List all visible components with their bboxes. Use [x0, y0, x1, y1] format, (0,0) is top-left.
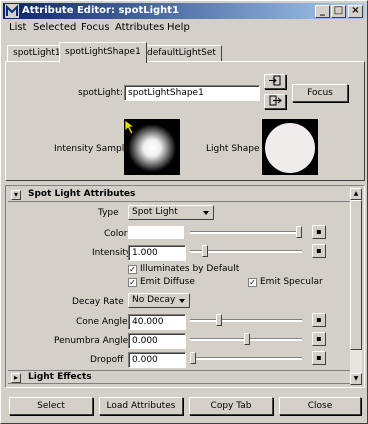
cone-angle-field[interactable]: 40.000 [128, 314, 186, 330]
menu-help[interactable]: Help [167, 22, 190, 33]
mouse-cursor-icon [124, 119, 136, 135]
output-connections-button[interactable] [264, 94, 286, 109]
scroll-down-icon[interactable]: ▼ [350, 373, 362, 385]
illuminates-label: Illuminates by Default [140, 264, 240, 274]
cone-angle-map-button[interactable]: ▪ [312, 313, 326, 327]
scroll-thumb[interactable] [350, 200, 362, 350]
color-slider-track[interactable] [190, 231, 302, 234]
decay-rate-dropdown[interactable]: No Decay [128, 293, 190, 308]
cone-angle-label: Cone Angle [76, 317, 128, 327]
emit-specular-label: Emit Specular [260, 277, 323, 287]
menu-attributes[interactable]: Attributes [115, 22, 164, 33]
node-name-field[interactable]: spotLightShape1 [124, 85, 260, 101]
penumbra-angle-slider-thumb[interactable] [244, 333, 250, 345]
arrow-in-icon [269, 75, 281, 86]
attribute-editor-window: Attribute Editor: spotLight1 _ □ × List … [0, 0, 368, 424]
dropoff-slider-track[interactable] [190, 357, 302, 360]
minimize-button[interactable]: _ [315, 5, 330, 18]
window-title: Attribute Editor: spotLight1 [22, 5, 180, 16]
collapse-arrow-icon[interactable]: ▾ [11, 190, 21, 200]
emit-specular-checkbox[interactable]: ✓ [248, 278, 257, 287]
dropoff-field[interactable]: 0.000 [128, 352, 186, 368]
light-effects-section-header[interactable]: ▸ Light Effects [8, 370, 350, 384]
type-label: Type [98, 208, 119, 218]
maya-app-icon [5, 4, 19, 18]
illuminates-checkbox[interactable]: ✓ [128, 265, 137, 274]
dropoff-label: Dropoff [90, 355, 124, 365]
spot-light-section-title: Spot Light Attributes [28, 189, 136, 199]
load-attributes-button[interactable]: Load Attributes [99, 397, 183, 415]
tab-spotlightshape1[interactable]: spotLightShape1 [59, 42, 147, 63]
attributes-scroll-area[interactable]: ▾ Spot Light Attributes Type Spot Light … [5, 185, 365, 388]
node-header-panel: spotLight: spotLightShape1 Focus Intensi… [5, 61, 365, 181]
intensity-map-button[interactable]: ▪ [312, 244, 326, 258]
node-tabs: spotLight1 spotLightShape1 defaultLightS… [5, 42, 365, 63]
color-swatch[interactable] [128, 226, 184, 239]
cone-angle-slider-track[interactable] [190, 319, 302, 322]
scroll-up-icon[interactable]: ▲ [350, 188, 362, 200]
menu-focus[interactable]: Focus [81, 22, 110, 33]
color-slider-thumb[interactable] [296, 226, 302, 238]
color-label: Color [104, 229, 128, 239]
close-button[interactable]: Close [279, 397, 361, 415]
chevron-down-icon [203, 211, 209, 215]
menu-selected[interactable]: Selected [33, 22, 76, 33]
intensity-label: Intensity [92, 248, 132, 258]
node-name-label: spotLight: [78, 88, 123, 98]
intensity-slider-thumb[interactable] [202, 245, 208, 257]
tab-defaultlightset[interactable]: defaultLightSet [141, 45, 222, 62]
type-value: Spot Light [132, 207, 178, 217]
light-effects-section-title: Light Effects [28, 372, 92, 382]
menu-bar: List Selected Focus Attributes Help [3, 20, 365, 36]
vertical-scrollbar[interactable]: ▲ ▼ [350, 188, 362, 385]
light-shape-label: Light Shape [206, 144, 260, 154]
title-bar[interactable]: Attribute Editor: spotLight1 _ □ × [3, 3, 365, 19]
focus-button[interactable]: Focus [292, 84, 348, 102]
penumbra-angle-map-button[interactable]: ▪ [312, 332, 326, 346]
cone-angle-slider-thumb[interactable] [216, 314, 222, 326]
input-connections-button[interactable] [264, 74, 286, 89]
emit-diffuse-label: Emit Diffuse [140, 277, 195, 287]
close-window-button[interactable]: × [348, 5, 363, 18]
bottom-button-bar: Select Load Attributes Copy Tab Close [5, 393, 365, 419]
decay-rate-label: Decay Rate [72, 297, 124, 307]
maximize-button[interactable]: □ [331, 5, 346, 18]
copy-tab-button[interactable]: Copy Tab [189, 397, 273, 415]
color-map-button[interactable]: ▪ [312, 225, 326, 239]
dropoff-map-button[interactable]: ▪ [312, 351, 326, 365]
dropoff-slider-thumb[interactable] [190, 352, 196, 364]
arrow-out-icon [269, 95, 282, 106]
emit-diffuse-checkbox[interactable]: ✓ [128, 278, 137, 287]
intensity-sample-label: Intensity Sample [54, 144, 130, 154]
tab-spotlight1[interactable]: spotLight1 [7, 45, 67, 62]
spot-light-section-header[interactable]: ▾ Spot Light Attributes [8, 188, 350, 202]
decay-rate-value: No Decay [132, 295, 176, 305]
cone-shape-graphic [262, 119, 318, 175]
select-button[interactable]: Select [9, 397, 93, 415]
penumbra-angle-label: Penumbra Angle [54, 336, 129, 346]
penumbra-angle-field[interactable]: 0.000 [128, 333, 186, 349]
light-shape-swatch [262, 119, 318, 175]
chevron-down-icon [179, 299, 185, 303]
menu-list[interactable]: List [9, 22, 26, 33]
expand-arrow-icon[interactable]: ▸ [11, 373, 21, 383]
intensity-field[interactable]: 1.000 [128, 245, 186, 261]
type-dropdown[interactable]: Spot Light [128, 205, 214, 220]
